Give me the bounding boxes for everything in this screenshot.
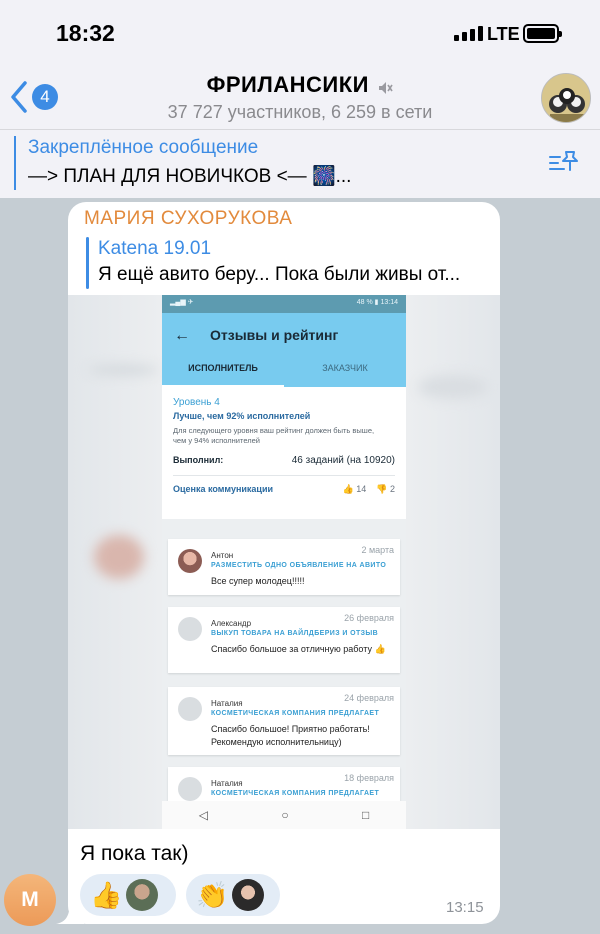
chat-subtitle: 37 727 участников, 6 259 в сети (167, 102, 433, 122)
review-text: Спасибо большое! Приятно работать! Реком… (211, 724, 370, 747)
phone-recents-icon: □ (362, 808, 370, 822)
review-date: 18 февраля (344, 773, 394, 783)
review-service: ВЫКУП ТОВАРА НА ВАЙЛДБЕРИЗ И ОТЗЫВ (211, 630, 379, 637)
sender-avatar[interactable]: M (4, 874, 56, 926)
mute-icon (379, 81, 394, 94)
communication-scores: 👍 14 👎 2 (342, 484, 395, 495)
blurred-line (418, 375, 488, 399)
thumbs-up-icon: 👍 (342, 484, 354, 494)
reviewer-name: Антон (211, 551, 234, 560)
message-text[interactable]: Я пока так) (80, 842, 188, 866)
message-photo[interactable]: ▂▄▆ ✈ 48 % ▮ 13:14 ← Отзывы и рейтинг ИС… (68, 295, 500, 829)
pinned-indicator (14, 136, 16, 190)
phone-screenshot: ▂▄▆ ✈ 48 % ▮ 13:14 ← Отзывы и рейтинг ИС… (162, 295, 406, 829)
review-date: 24 февраля (344, 693, 394, 703)
reviewer-avatar (178, 697, 202, 721)
pinned-text: —> ПЛАН ДЛЯ НОВИЧКОВ <— 🎆... (28, 166, 352, 187)
phone-title: Отзывы и рейтинг (210, 327, 339, 343)
done-row: Выполнил: 46 заданий (на 10920) (173, 455, 395, 466)
review-service: КОСМЕТИЧЕСКАЯ КОМПАНИЯ ПРЕДЛАГАЕТ (211, 710, 380, 717)
chat-title: ФРИЛАНСИКИ (206, 72, 369, 97)
done-label: Выполнил: (173, 455, 224, 465)
review-date: 2 марта (361, 545, 394, 555)
rating-card: Уровень 4 Лучше, чем 92% исполнителей Дл… (162, 387, 406, 519)
reviewer-avatar (178, 617, 202, 641)
rating-better: Лучше, чем 92% исполнителей (173, 411, 311, 421)
likes-count: 14 (356, 484, 367, 494)
blurred-line (88, 365, 158, 375)
status-bar: 18:32 LTE (0, 0, 600, 64)
status-time: 18:32 (56, 20, 115, 46)
reaction-clap[interactable]: 👏 (186, 874, 280, 916)
rating-level: Уровень 4 (173, 397, 220, 408)
thumbs-up-icon: 👍 (90, 880, 123, 910)
reviewer-name: Александр (211, 619, 252, 628)
review-card: Антон 2 марта РАЗМЕСТИТЬ ОДНО ОБЪЯВЛЕНИЕ… (168, 539, 400, 595)
blurred-avatar (94, 535, 144, 579)
review-date: 26 февраля (344, 613, 394, 623)
network-label: LTE (487, 24, 520, 44)
reviewer-avatar (178, 549, 202, 573)
phone-back-arrow-icon: ← (174, 327, 190, 344)
phone-status-bar: ▂▄▆ ✈ 48 % ▮ 13:14 (162, 295, 406, 313)
pinned-title: Закреплённое сообщение (28, 137, 259, 158)
thumbs-down-icon: 👎 (376, 484, 388, 494)
group-avatar-image (542, 74, 590, 122)
communication-label: Оценка коммуникации (173, 484, 274, 494)
reactor-avatar (126, 879, 159, 911)
phone-signal-icon: ▂▄▆ ✈ (170, 299, 194, 306)
chat-header: 4 ФРИЛАНСИКИ 37 727 участников, 6 259 в … (0, 64, 600, 130)
reviewer-name: Наталия (211, 699, 243, 708)
phone-status-right: 48 % ▮ 13:14 (356, 299, 398, 306)
phone-back-icon: ◁ (198, 808, 208, 822)
reviewer-name: Наталия (211, 779, 243, 788)
phone-appbar: ← Отзывы и рейтинг ИСПОЛНИТЕЛЬ ЗАКАЗЧИК (162, 313, 406, 387)
review-text: Все супер молодец!!!!! (211, 576, 305, 586)
review-card: Наталия 24 февраля КОСМЕТИЧЕСКАЯ КОМПАНИ… (168, 687, 400, 755)
reactor-avatar (232, 879, 265, 911)
reviewer-avatar (178, 777, 202, 801)
clap-icon: 👏 (196, 880, 229, 910)
phone-nav-bar: ◁ ○ □ (162, 801, 406, 829)
reply-text[interactable]: Я ещё авито беру... Пока были живы от... (98, 264, 460, 286)
chat-title-area[interactable]: ФРИЛАНСИКИ 37 727 участников, 6 259 в се… (0, 72, 600, 123)
phone-tab-performer: ИСПОЛНИТЕЛЬ (188, 363, 258, 373)
message-time: 13:15 (446, 899, 484, 916)
done-value: 46 заданий (на 10920) (291, 455, 395, 466)
review-service: КОСМЕТИЧЕСКАЯ КОМПАНИЯ ПРЕДЛАГАЕТ (211, 790, 380, 797)
review-card: Александр 26 февраля ВЫКУП ТОВАРА НА ВАЙ… (168, 607, 400, 673)
review-text: Спасибо большое за отличную работу 👍 (211, 644, 386, 654)
card-divider (173, 475, 395, 476)
communication-row: Оценка коммуникации 👍 14 👎 2 (173, 484, 395, 495)
pinned-list-icon[interactable] (548, 148, 580, 174)
dislikes-count: 2 (389, 484, 395, 494)
rating-note: Для следующего уровня ваш рейтинг должен… (173, 426, 375, 445)
phone-tab-customer: ЗАКАЗЧИК (322, 363, 368, 373)
group-avatar[interactable] (541, 73, 591, 123)
phone-home-icon: ○ (281, 808, 289, 822)
reply-author[interactable]: Katena 19.01 (98, 238, 211, 260)
pinned-message-bar[interactable]: Закреплённое сообщение —> ПЛАН ДЛЯ НОВИЧ… (0, 130, 600, 198)
battery-icon (523, 24, 562, 43)
signal-icon (454, 26, 483, 41)
reaction-thumbs-up[interactable]: 👍 (80, 874, 176, 916)
message-sender[interactable]: МАРИЯ СУХОРУКОВА (84, 208, 292, 230)
review-service: РАЗМЕСТИТЬ ОДНО ОБЪЯВЛЕНИЕ НА АВИТО (211, 562, 387, 569)
reply-indicator (86, 237, 89, 289)
